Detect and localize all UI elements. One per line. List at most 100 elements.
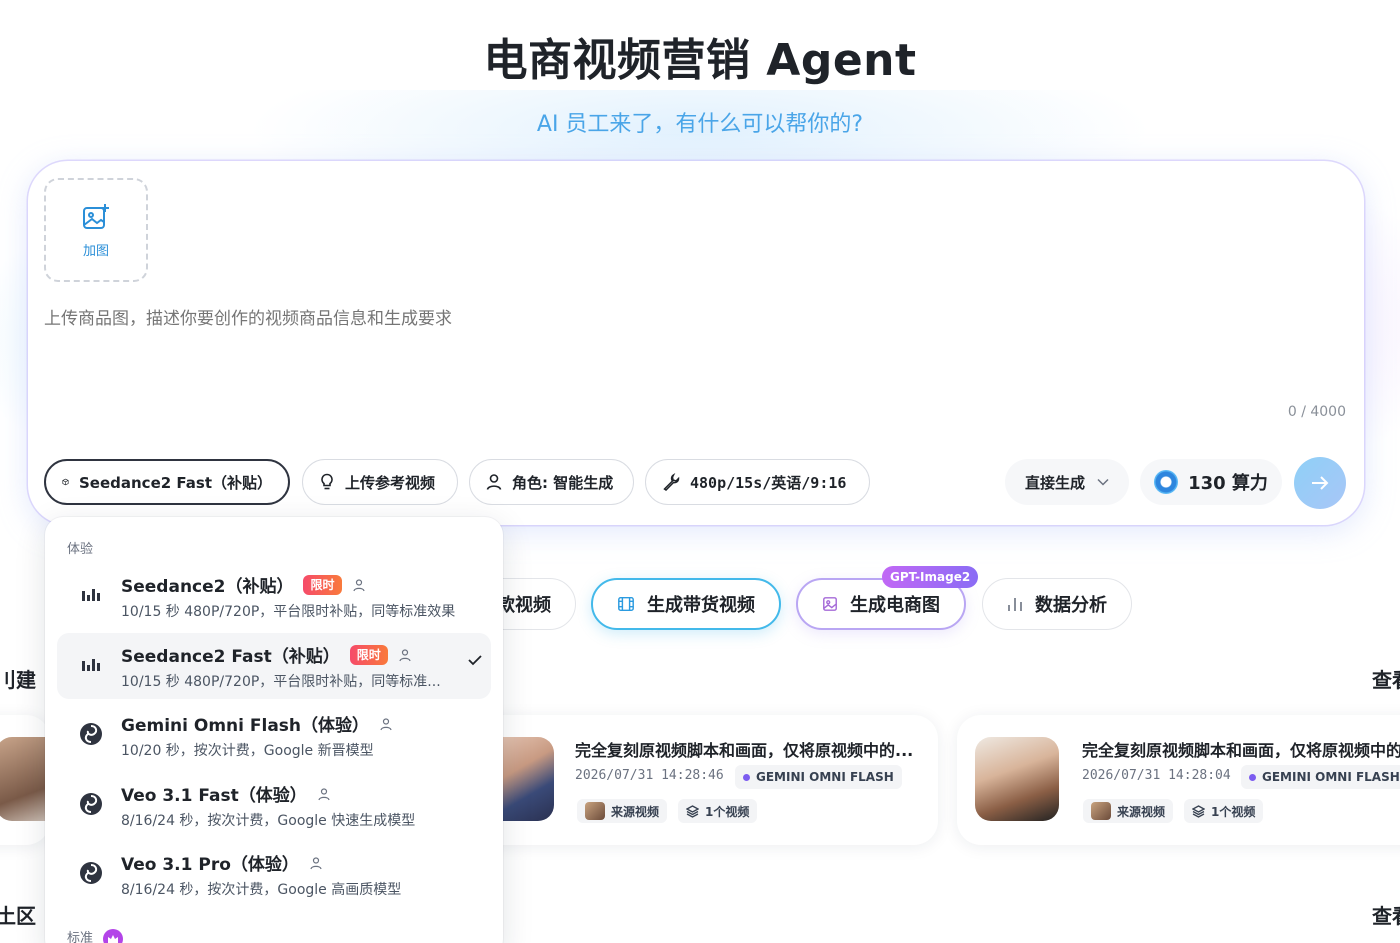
option-desc: 8/16/24 秒，按次计费，Google 快速生成模型 [121,813,416,829]
model-option-veo31-pro[interactable]: Veo 3.1 Pro（体验） 8/16/24 秒，按次计费，Google 高画… [57,841,491,907]
model-chip-label: Seedance2 Fast（补贴） [78,473,272,492]
bars-icon [82,659,100,671]
person-icon [380,717,392,730]
page-subtitle: AI 员工来了，有什么可以帮你的? [536,112,864,137]
source-avatar [1091,802,1111,820]
source-tag-label: 来源视频 [611,804,660,819]
image-plus-icon [83,203,109,229]
cube-icon [62,478,69,486]
model-dot-icon [1249,773,1256,781]
model-option-seedance2-fast[interactable]: Seedance2 Fast（补贴） 限时 10/15 秒 480P/720P，… [57,633,491,699]
limited-time-badge: 限时 [349,644,388,665]
source-video-tag[interactable]: 来源视频 [577,799,668,823]
model-tag: GEMINI OMNI FLASH [735,765,902,789]
option-name-text: Gemini Omni Flash（体验） [121,716,370,736]
bar-chart-icon [1008,598,1022,611]
layers-icon [1192,804,1205,818]
crown-icon [103,928,124,943]
option-desc: 10/20 秒，按次计费，Google 新晋模型 [121,743,374,759]
tab-data-analysis-label: 数据分析 [1035,595,1107,616]
model-option-veo31-fast[interactable]: Veo 3.1 Fast（体验） 8/16/24 秒，按次计费，Google 快… [57,772,491,838]
credit-coin-icon [1154,470,1179,494]
check-icon [468,655,482,666]
credits-display: 130 算力 [1140,459,1282,505]
option-desc: 10/15 秒 480P/720P，平台限时补贴，同等标准效果 [121,604,456,620]
option-name-text: Veo 3.1 Fast（体验） [121,786,307,806]
film-icon [618,596,634,612]
card-time: 2026/07/31 14:28:04 [1082,768,1231,783]
video-card[interactable]: 完全复刻原视频脚本和画面，仅将原视频中的... 2026/07/31 14:28… [480,715,938,845]
role-chip[interactable]: 角色: 智能生成 [469,459,634,505]
card-title: 完全复刻原视频脚本和画面，仅将原视频中的... [575,741,914,760]
person-icon [352,578,365,591]
limited-time-badge: 限时 [303,574,342,595]
video-card-partial[interactable] [0,715,50,845]
model-select-chip[interactable]: Seedance2 Fast（补贴） [44,459,290,505]
option-name: Seedance2（补贴） 限时 [121,572,366,597]
upload-reference-video-chip[interactable]: 上传参考视频 [302,459,458,505]
section-create-label: 刂建 [0,668,36,692]
generation-mode-select[interactable]: 直接生成 [1005,459,1129,505]
swirl-icon [80,862,102,884]
source-tag-label: 来源视频 [1117,804,1166,819]
option-name-text: Seedance2 Fast（补贴） [121,647,340,667]
source-video-tag[interactable]: 来源视频 [1083,799,1174,823]
video-count-tag: 1个视频 [678,799,758,823]
person-icon [310,856,322,869]
video-count-tag: 1个视频 [1184,799,1264,823]
gpt-image2-badge: GPT-Image2 [882,566,979,588]
section-community-label: 土区 [0,904,36,928]
swirl-icon [80,793,102,815]
arrow-right-icon [1312,476,1329,490]
bars-icon [82,589,100,601]
prompt-input[interactable] [44,309,1044,329]
option-name-text: Veo 3.1 Pro（体验） [121,855,299,875]
add-image-label: 加图 [82,243,109,259]
video-thumbnail [975,737,1059,821]
lightbulb-icon [321,473,333,490]
layers-icon [686,804,699,818]
option-name: Veo 3.1 Fast（体验） [121,781,331,806]
send-button[interactable] [1294,457,1346,509]
prompt-composer: 加图 0 / 4000 Seedance2 Fast（补贴） 上传参考视频 角色… [28,161,1364,525]
add-image-button[interactable]: 加图 [44,178,148,282]
model-tag: GEMINI OMNI FLASH [1241,765,1400,789]
tab-data-analysis[interactable]: 数据分析 [982,578,1132,630]
video-thumbnail [0,737,50,821]
video-spec-chip[interactable]: 480p/15s/英语/9:16 [645,459,870,505]
spec-chip-label: 480p/15s/英语/9:16 [690,473,847,492]
model-dot-icon [743,773,750,781]
model-option-seedance2[interactable]: Seedance2（补贴） 限时 10/15 秒 480P/720P，平台限时补… [57,563,491,629]
model-tag-label: GEMINI OMNI FLASH [756,770,894,784]
video-count-label: 1个视频 [1211,804,1256,819]
option-desc: 8/16/24 秒，按次计费，Google 高画质模型 [121,882,402,898]
option-name: Seedance2 Fast（补贴） 限时 [121,642,412,667]
group-label-trial: 体验 [67,542,94,557]
option-desc: 10/15 秒 480P/720P，平台限时补贴，同等标准... [121,674,441,690]
option-name: Gemini Omni Flash（体验） [121,711,393,736]
mode-select-label: 直接生成 [1024,473,1085,492]
view-more-link-2[interactable]: 查看 [1372,900,1400,929]
person-icon [318,787,330,800]
video-card[interactable]: 完全复刻原视频脚本和画面，仅将原视频中的... 2026/07/31 14:28… [957,715,1400,845]
model-option-gemini-omni-flash[interactable]: Gemini Omni Flash（体验） 10/20 秒，按次计费，Googl… [57,702,491,768]
option-name-text: Seedance2（补贴） [121,577,294,597]
tab-ecommerce-image-label: 生成电商图 [850,595,940,616]
swirl-icon [80,723,102,745]
group-label-standard-text: 标准 [67,931,94,943]
image-icon [823,597,837,611]
credits-value: 130 算力 [1188,473,1268,494]
video-count-label: 1个视频 [705,804,750,819]
source-avatar [585,802,605,820]
group-label-standard: 标准 [67,927,124,943]
option-name: Veo 3.1 Pro（体验） [121,850,323,875]
tab-generate-sales-video[interactable]: 生成带货视频 [591,578,781,630]
char-count: 0 / 4000 [1287,404,1346,420]
model-tag-label: GEMINI OMNI FLASH [1262,770,1400,784]
tab-video-partial-label: 款视频 [497,595,551,616]
page-title: 电商视频营销 Agent [483,35,917,86]
ref-chip-label: 上传参考视频 [345,473,436,492]
chevron-down-icon [1097,478,1109,486]
view-more-link[interactable]: 查看 [1372,664,1400,693]
role-chip-label: 角色: 智能生成 [512,473,614,492]
